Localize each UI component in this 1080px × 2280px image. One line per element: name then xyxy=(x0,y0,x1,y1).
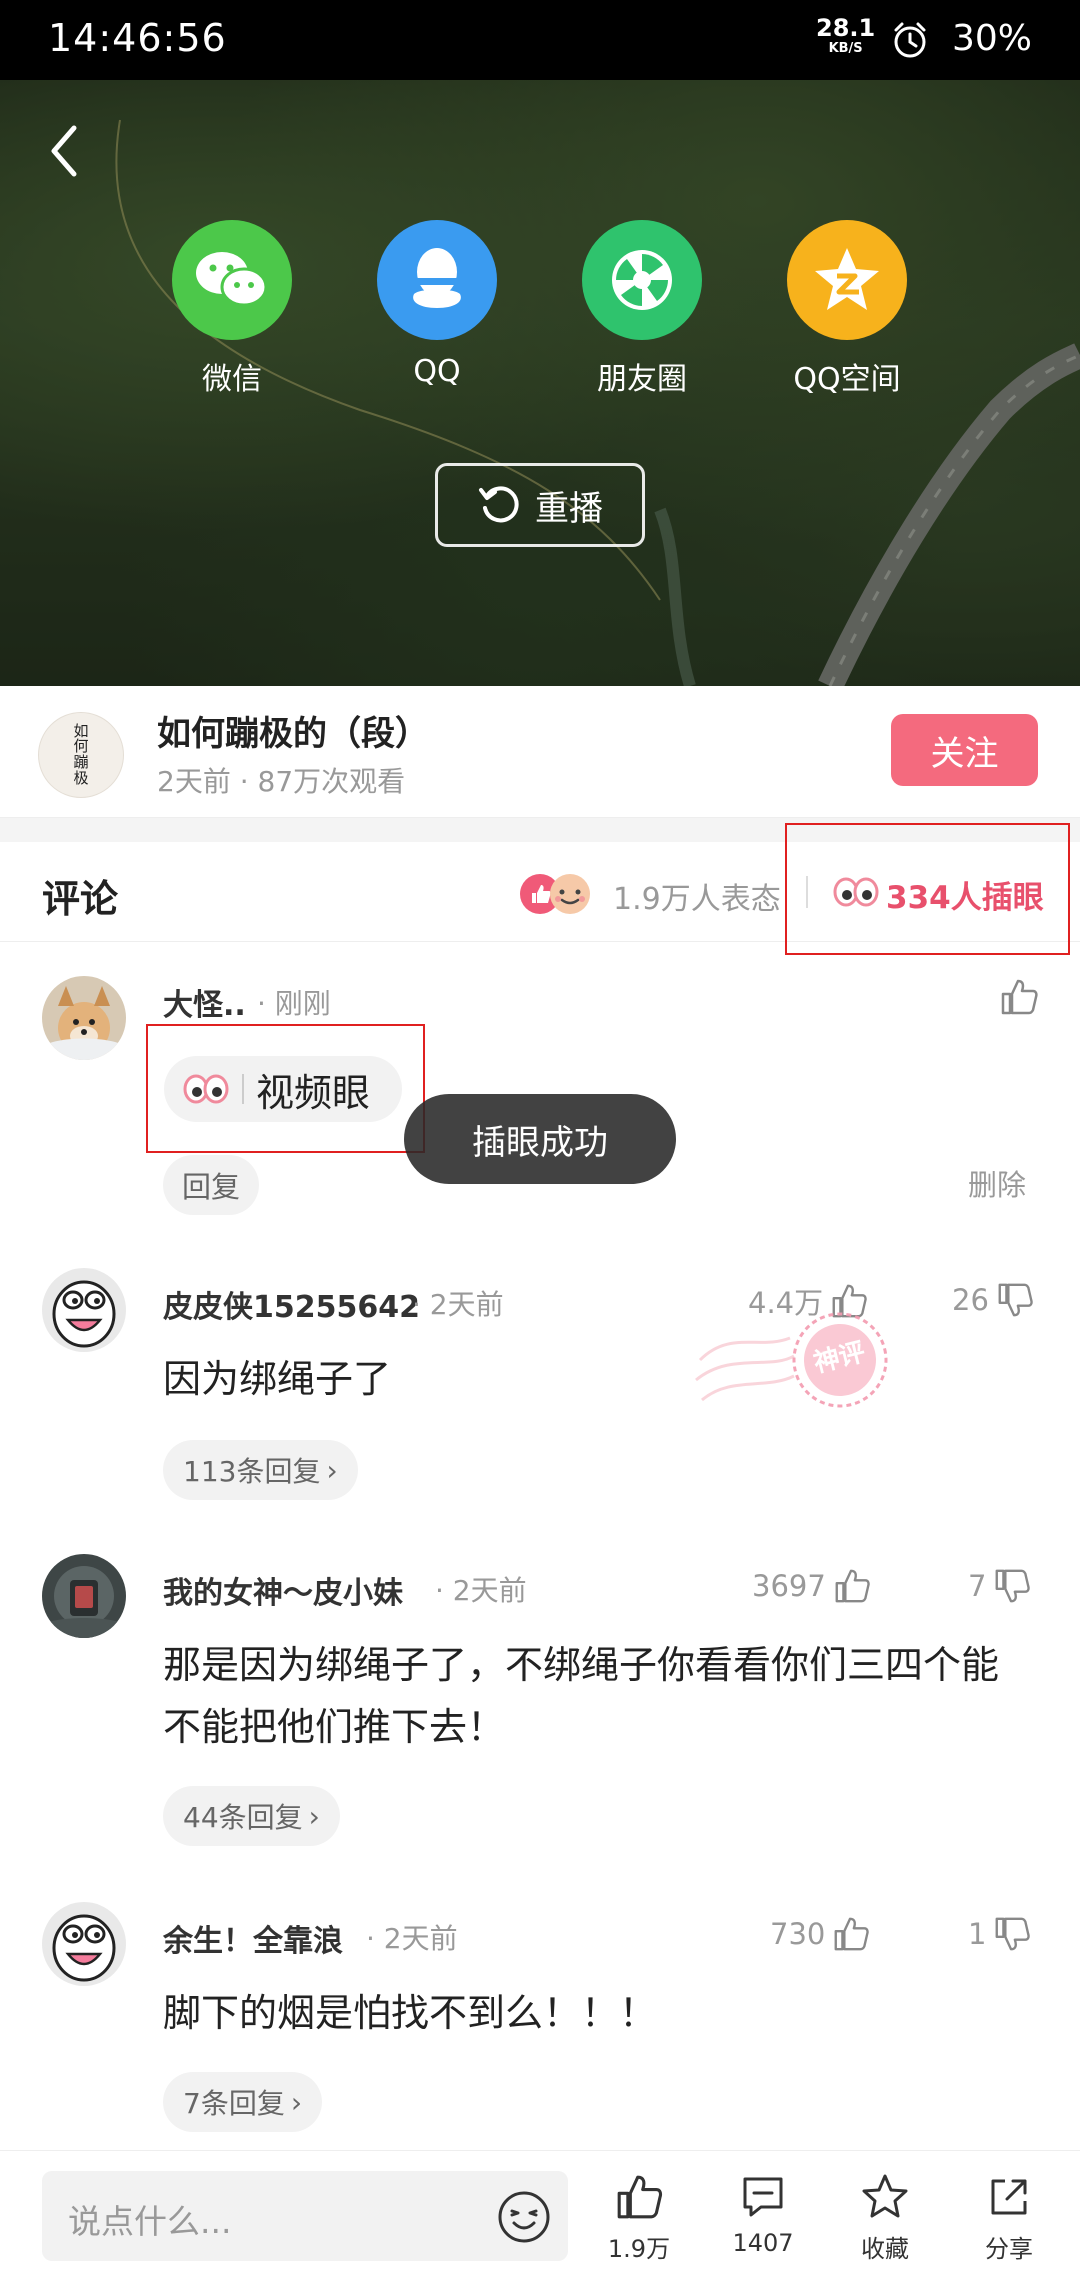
comment-icon xyxy=(743,2177,783,2217)
chevron-right-icon: › xyxy=(326,1453,338,1487)
hot-comment-stamp: 神评 xyxy=(695,1312,888,1408)
reply-button[interactable]: 回复 xyxy=(163,1155,259,1215)
replay-icon xyxy=(479,486,519,523)
user-avatar[interactable] xyxy=(42,976,126,1060)
replies-count: 7条回复 xyxy=(183,2087,285,2120)
user-avatar[interactable] xyxy=(42,1554,126,1638)
bottom-action-bar: 说点什么... 1.9万 1407 收藏 分享 xyxy=(0,2150,1080,2280)
author-row: 如 何 蹦 极 如何蹦极的（段） 2天前 · 87万次观看 关注 xyxy=(0,686,1080,818)
highlight-box xyxy=(146,1024,425,1153)
dislike-button[interactable]: 1 xyxy=(968,1914,1032,1954)
replay-button[interactable]: 重播 xyxy=(435,463,645,547)
comment-input[interactable]: 说点什么... xyxy=(42,2171,568,2261)
replies-count: 113条回复 xyxy=(183,1455,321,1488)
favorite-label: 收藏 xyxy=(861,2235,909,2263)
view-replies-button[interactable]: 44条回复 › xyxy=(163,1786,340,1846)
wechat-icon xyxy=(172,220,292,340)
emoji-icon[interactable] xyxy=(496,2189,552,2245)
thumb-up-icon xyxy=(835,1569,870,1603)
dislike-count: 26 xyxy=(952,1283,989,1317)
comment-time: · 2天前 xyxy=(435,1574,527,1607)
comment-text: 脚下的烟是怕找不到么！！！ xyxy=(163,1991,658,2035)
thumb-down-icon xyxy=(996,1917,1031,1951)
highlight-box xyxy=(785,823,1070,955)
star-icon xyxy=(862,2174,908,2218)
status-time: 14:46:56 xyxy=(48,16,227,60)
thumb-up-icon xyxy=(834,1917,870,1951)
comments-title: 评论 xyxy=(42,877,119,921)
chevron-right-icon: › xyxy=(308,1799,320,1833)
reaction-icons[interactable] xyxy=(518,872,608,916)
replies-count: 44条回复 xyxy=(183,1801,303,1834)
share-qzone[interactable]: QQ空间 xyxy=(772,220,922,398)
like-button[interactable]: 730 xyxy=(770,1914,871,1954)
thumb-up-icon xyxy=(617,2175,663,2219)
comment-username[interactable]: 我的女神～皮小妹 xyxy=(163,1568,403,1612)
share-icon xyxy=(991,2179,1027,2215)
comment-time: · 刚刚 xyxy=(257,987,331,1020)
network-speed: 28.1 KB/S xyxy=(816,14,876,56)
toast-message: 插眼成功 xyxy=(404,1094,676,1184)
user-avatar[interactable] xyxy=(42,1268,126,1352)
comment-username[interactable]: 余生！全靠浪 xyxy=(163,1916,343,1960)
back-arrow-icon[interactable] xyxy=(40,116,90,186)
favorite-button[interactable]: 收藏 xyxy=(830,2171,940,2264)
like-count: 730 xyxy=(770,1917,826,1951)
comment-time: · 2天前 xyxy=(412,1288,504,1321)
comments-count: 1407 xyxy=(732,2229,794,2257)
view-replies-button[interactable]: 113条回复 › xyxy=(163,1440,358,1500)
comment-time: · 2天前 xyxy=(366,1922,458,1955)
dislike-count: 1 xyxy=(968,1917,987,1951)
share-wechat[interactable]: 微信 xyxy=(157,220,307,398)
delete-button[interactable]: 删除 xyxy=(968,1162,1026,1204)
comment-username[interactable]: 大怪.. xyxy=(163,980,246,1024)
like-count: 3697 xyxy=(752,1569,826,1603)
comments-button[interactable]: 1407 xyxy=(708,2171,818,2257)
reaction-count[interactable]: 1.9万人表态 xyxy=(613,874,781,918)
thumb-down-icon xyxy=(996,1569,1031,1603)
qq-icon xyxy=(377,220,497,340)
share-qq[interactable]: QQ xyxy=(362,220,512,389)
dislike-button[interactable]: 26 xyxy=(952,1280,1035,1320)
share-label: 分享 xyxy=(985,2235,1033,2263)
comment-text: 那是因为绑绳子了，不绑绳子你看看你们三四个能不能把他们推下去！ xyxy=(163,1643,1000,1749)
video-meta: 2天前 · 87万次观看 xyxy=(157,765,406,798)
dislike-button[interactable]: 7 xyxy=(968,1566,1032,1606)
author-name[interactable]: 如何蹦极的（段） xyxy=(157,706,429,755)
like-video-button[interactable]: 1.9万 xyxy=(584,2171,694,2264)
battery-level: 30% xyxy=(952,18,1033,59)
share-button[interactable]: 分享 xyxy=(954,2171,1064,2264)
comment-input-placeholder: 说点什么... xyxy=(68,2202,232,2241)
replay-label: 重播 xyxy=(535,488,603,529)
share-moments[interactable]: 朋友圈 xyxy=(567,220,717,398)
moments-icon xyxy=(582,220,702,340)
dislike-count: 7 xyxy=(968,1569,987,1603)
qzone-icon xyxy=(787,220,907,340)
alarm-icon xyxy=(894,22,926,58)
thumb-up-icon[interactable] xyxy=(998,976,1040,1018)
comment-username[interactable]: 皮皮侠15255642 xyxy=(163,1282,420,1326)
video-player[interactable]: 微信 QQ 朋友圈 QQ空间 重播 xyxy=(0,80,1080,686)
thumb-down-icon xyxy=(998,1283,1033,1317)
author-avatar[interactable]: 如 何 蹦 极 xyxy=(38,712,124,798)
follow-button[interactable]: 关注 xyxy=(891,714,1038,786)
view-replies-button[interactable]: 7条回复 › xyxy=(163,2072,323,2132)
user-avatar[interactable] xyxy=(42,1902,126,1986)
status-bar: 14:46:56 28.1 KB/S 30% xyxy=(0,0,1080,80)
like-button[interactable]: 3697 xyxy=(752,1566,872,1606)
chevron-right-icon: › xyxy=(290,2085,303,2119)
author-avatar-text: 如 何 蹦 极 xyxy=(73,721,89,787)
like-video-count: 1.9万 xyxy=(607,2235,671,2263)
